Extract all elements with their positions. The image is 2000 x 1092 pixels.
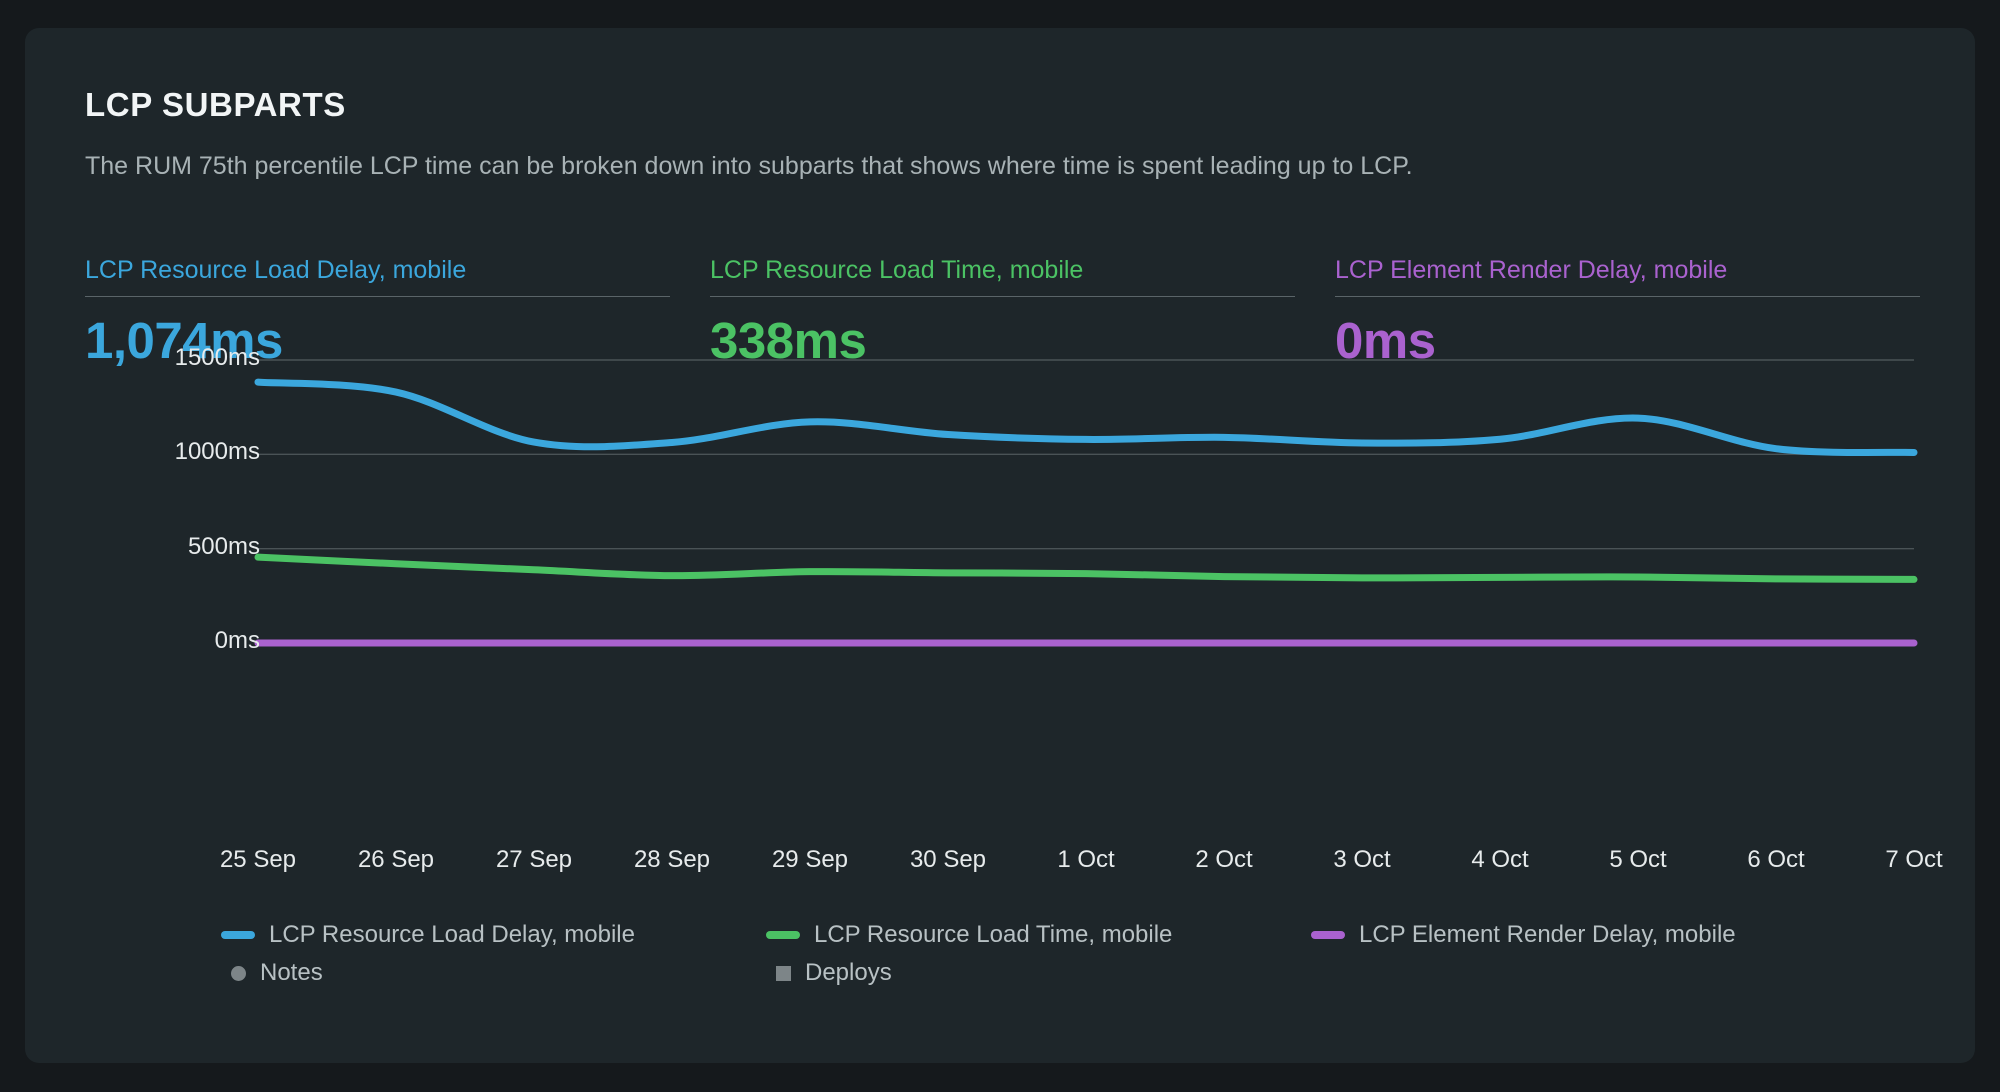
lcp-subparts-chart[interactable] [25,350,1975,653]
x-axis-tick-label: 4 Oct [1471,846,1528,874]
chart-series-line[interactable] [258,557,1914,579]
y-axis-tick-label: 0ms [215,627,260,655]
page-title: LCP SUBPARTS [85,86,346,124]
legend-label: Notes [260,959,323,987]
legend-item[interactable]: Deploys [766,959,892,987]
x-axis-tick-label: 5 Oct [1609,846,1666,874]
card-description: The RUM 75th percentile LCP time can be … [85,152,1413,181]
y-axis-tick-label: 500ms [188,533,260,561]
legend-square-marker-icon [776,966,791,981]
metric-label: LCP Resource Load Delay, mobile [85,256,670,297]
legend-label: LCP Resource Load Delay, mobile [269,921,635,949]
legend-line-swatch-icon [221,931,255,939]
metric-label: LCP Resource Load Time, mobile [710,256,1295,297]
x-axis-tick-label: 1 Oct [1057,846,1114,874]
legend-label: Deploys [805,959,892,987]
x-axis-tick-label: 7 Oct [1885,846,1942,874]
chart-series-line[interactable] [258,382,1914,452]
legend-item[interactable]: LCP Resource Load Delay, mobile [221,921,635,949]
x-axis-tick-label: 28 Sep [634,846,710,874]
legend-item[interactable]: Notes [221,959,323,987]
legend-item[interactable]: LCP Element Render Delay, mobile [1311,921,1736,949]
y-axis-tick-label: 1500ms [175,344,260,372]
y-axis-tick-label: 1000ms [175,438,260,466]
x-axis-tick-label: 30 Sep [910,846,986,874]
x-axis-tick-label: 25 Sep [220,846,296,874]
x-axis: 25 Sep26 Sep27 Sep28 Sep29 Sep30 Sep1 Oc… [258,846,1914,886]
x-axis-tick-label: 26 Sep [358,846,434,874]
x-axis-tick-label: 3 Oct [1333,846,1390,874]
legend-line-swatch-icon [766,931,800,939]
legend-label: LCP Resource Load Time, mobile [814,921,1172,949]
x-axis-tick-label: 6 Oct [1747,846,1804,874]
x-axis-tick-label: 2 Oct [1195,846,1252,874]
legend-item[interactable]: LCP Resource Load Time, mobile [766,921,1172,949]
x-axis-tick-label: 27 Sep [496,846,572,874]
legend-dot-marker-icon [231,966,246,981]
legend-label: LCP Element Render Delay, mobile [1359,921,1736,949]
x-axis-tick-label: 29 Sep [772,846,848,874]
legend-line-swatch-icon [1311,931,1345,939]
lcp-subparts-card: LCP SUBPARTS The RUM 75th percentile LCP… [25,28,1975,1063]
metric-label: LCP Element Render Delay, mobile [1335,256,1920,297]
